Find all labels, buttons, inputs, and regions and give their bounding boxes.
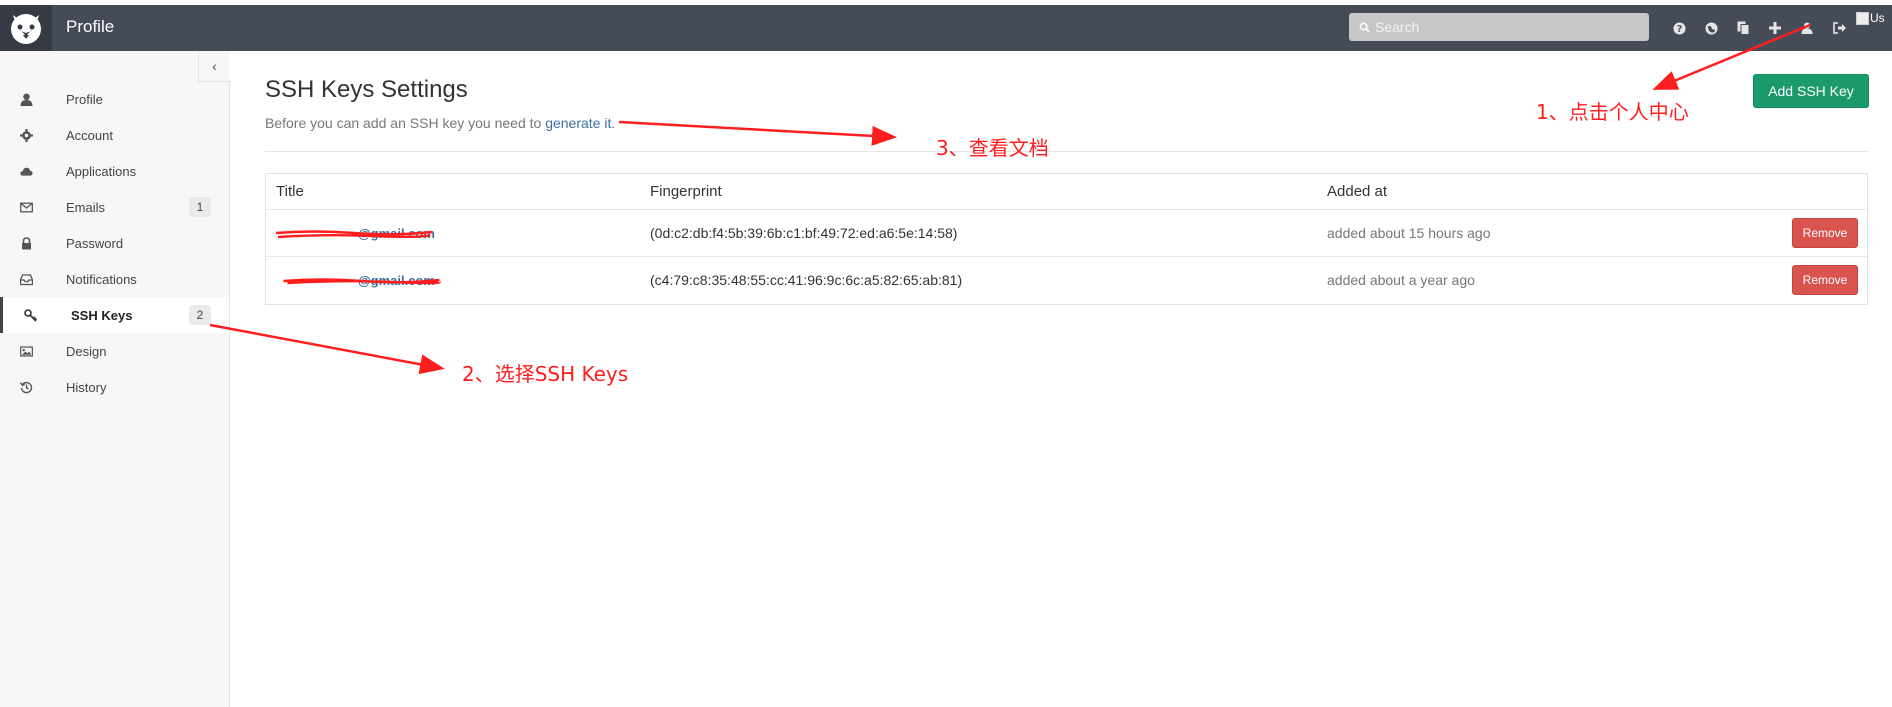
- copy-icon[interactable]: [1727, 17, 1759, 39]
- annotation-step-1: 1、点击个人中心: [1536, 100, 1689, 124]
- gitlab-logo[interactable]: [0, 5, 52, 51]
- collapse-sidebar-button[interactable]: ‹: [198, 51, 230, 82]
- add-ssh-key-button[interactable]: Add SSH Key: [1753, 74, 1869, 108]
- sidebar-item-label: Password: [66, 235, 124, 251]
- generate-it-link[interactable]: generate it: [545, 115, 611, 131]
- lock-icon: [22, 237, 31, 250]
- sidebar-item-label: Profile: [66, 91, 103, 107]
- app-title[interactable]: Profile: [66, 17, 114, 37]
- arrow-step-3: [618, 120, 897, 146]
- remove-key-button[interactable]: Remove: [1792, 218, 1858, 248]
- redaction-scribble: [275, 230, 433, 239]
- avatar[interactable]: Us: [1856, 11, 1892, 31]
- page-title: SSH Keys Settings: [265, 76, 468, 103]
- sidebar-item-applications[interactable]: Applications: [0, 153, 229, 189]
- svg-text:?: ?: [1676, 24, 1681, 35]
- header-fingerprint: Fingerprint: [650, 183, 722, 200]
- user-icon[interactable]: [1791, 17, 1823, 39]
- top-icon-bar: ?: [1663, 17, 1855, 39]
- emails-count-badge: 1: [189, 197, 211, 217]
- sign-out-icon[interactable]: [1823, 17, 1855, 39]
- picture-icon: [20, 346, 33, 357]
- sidebar-item-profile[interactable]: Profile: [0, 81, 229, 117]
- header-added-at: Added at: [1327, 183, 1388, 200]
- sidebar-item-label: Design: [66, 343, 107, 359]
- globe-icon[interactable]: [1695, 17, 1727, 39]
- cloud-icon: [20, 167, 33, 176]
- sidebar-item-emails[interactable]: Emails 1: [0, 189, 229, 225]
- annotation-step-2: 2、选择SSH Keys: [462, 362, 629, 386]
- help-icon[interactable]: ?: [1663, 17, 1695, 39]
- remove-key-button[interactable]: Remove: [1792, 265, 1858, 295]
- sidebar-item-history[interactable]: History: [0, 369, 229, 405]
- redaction-scribble: [283, 278, 441, 285]
- ssh-keys-count-badge: 2: [189, 305, 211, 325]
- ssh-keys-table: Title Fingerprint Added at @gmail.com (0…: [265, 173, 1868, 305]
- sidebar-item-ssh-keys[interactable]: SSH Keys 2: [0, 297, 229, 333]
- sidebar-item-account[interactable]: Account: [0, 117, 229, 153]
- plus-icon[interactable]: [1759, 17, 1791, 39]
- divider: [265, 151, 1869, 152]
- sidebar-item-label: Account: [66, 127, 113, 143]
- sidebar-item-design[interactable]: Design: [0, 333, 229, 369]
- sidebar: ‹ Profile Account Applications Emails 1 …: [0, 51, 230, 707]
- key-added-at: added about a year ago: [1327, 272, 1475, 288]
- lead-text-end: .: [611, 115, 616, 131]
- inbox-icon: [20, 274, 33, 286]
- top-navbar: Profile ? Us: [0, 5, 1892, 51]
- table-row: @gmail.com (c4:79:c8:35:48:55:cc:41:96:9…: [266, 257, 1867, 304]
- table-header: Title Fingerprint Added at: [266, 174, 1867, 210]
- sidebar-item-label: History: [66, 379, 107, 395]
- table-row: @gmail.com (0d:c2:db:f4:5b:39:6b:c1:bf:4…: [266, 210, 1867, 257]
- sidebar-item-label: Notifications: [66, 271, 137, 287]
- lead-text-body: Before you can add an SSH key you need t…: [265, 115, 546, 131]
- sidebar-item-label: SSH Keys: [71, 307, 133, 323]
- arrow-step-2: [209, 323, 445, 375]
- search-input[interactable]: [1375, 19, 1635, 35]
- key-fingerprint: (c4:79:c8:35:48:55:cc:41:96:9c:6c:a5:82:…: [650, 272, 963, 288]
- user-icon: [20, 93, 33, 106]
- search-icon: [1359, 22, 1370, 33]
- key-icon: [24, 309, 37, 322]
- sidebar-nav: Profile Account Applications Emails 1 Pa…: [0, 81, 229, 405]
- history-icon: [20, 381, 33, 394]
- annotation-step-3: 3、查看文档: [936, 136, 1049, 160]
- chevron-left-icon: ‹: [212, 58, 217, 74]
- lead-text: Before you can add an SSH key you need t…: [265, 115, 615, 131]
- sidebar-item-label: Applications: [66, 163, 137, 179]
- search-box[interactable]: [1349, 13, 1649, 41]
- sidebar-item-password[interactable]: Password: [0, 225, 229, 261]
- gear-icon: [20, 129, 33, 142]
- header-title: Title: [276, 183, 304, 200]
- sidebar-item-notifications[interactable]: Notifications: [0, 261, 229, 297]
- key-fingerprint: (0d:c2:db:f4:5b:39:6b:c1:bf:49:72:ed:a6:…: [650, 225, 958, 241]
- key-added-at: added about 15 hours ago: [1327, 225, 1491, 241]
- sidebar-item-label: Emails: [66, 199, 106, 215]
- fox-logo-icon: [11, 14, 41, 44]
- envelope-icon: [20, 202, 33, 213]
